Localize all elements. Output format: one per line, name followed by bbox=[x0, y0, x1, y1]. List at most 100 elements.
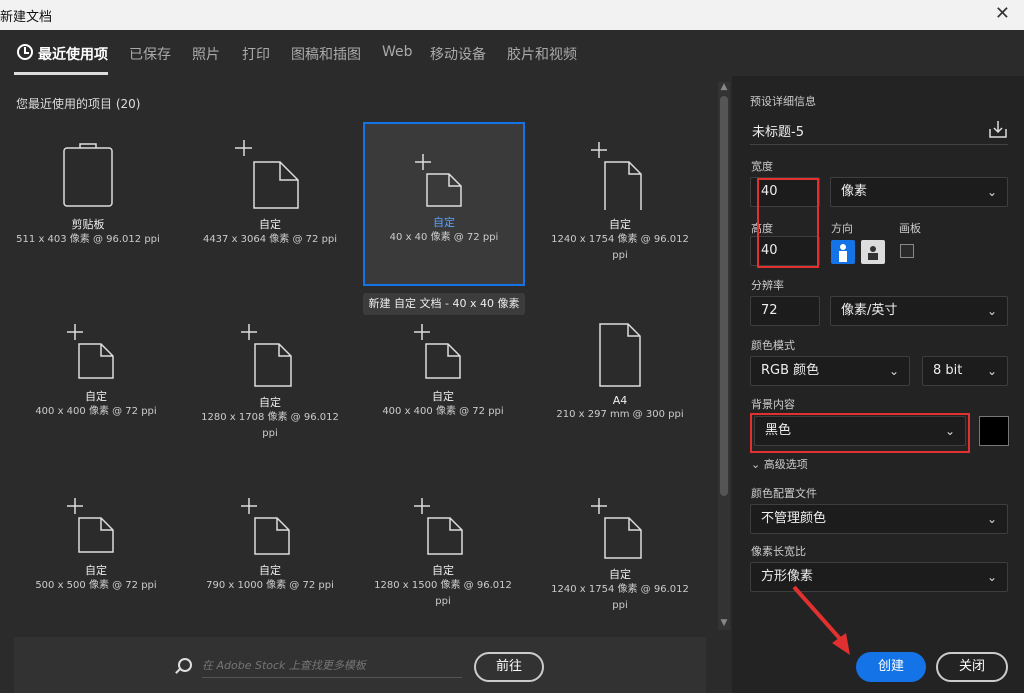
preset-card-custom[interactable]: 自定 1240 x 1754 像素 @ 96.012 ppi bbox=[540, 496, 700, 632]
highlight-box-background bbox=[750, 413, 970, 453]
orientation-label: 方向 bbox=[831, 222, 853, 235]
window-title: 新建文档 bbox=[0, 10, 53, 25]
chevron-down-icon: ⌄ bbox=[751, 458, 764, 471]
page-doc-icon bbox=[599, 323, 641, 387]
tab-film[interactable]: 胶片和视频 bbox=[507, 44, 577, 64]
color-profile-value: 不管理颜色 bbox=[761, 511, 827, 526]
resolution-unit-select[interactable]: 像素/英寸 ⌄ bbox=[830, 296, 1008, 326]
tab-print[interactable]: 打印 bbox=[242, 44, 270, 64]
preset-card-custom[interactable]: 自定 1240 x 1754 像素 @ 96.012 ppi bbox=[540, 140, 700, 280]
card-dims: 500 x 500 像素 @ 72 ppi bbox=[35, 580, 157, 591]
tab-photo[interactable]: 照片 bbox=[192, 44, 220, 64]
chevron-down-icon: ⌄ bbox=[986, 304, 997, 318]
scroll-down-icon[interactable]: ▼ bbox=[718, 618, 730, 628]
stock-search-input[interactable] bbox=[202, 654, 462, 678]
card-name: 自定 bbox=[609, 218, 631, 231]
resolution-input[interactable]: 72 bbox=[750, 296, 820, 326]
portrait-doc-icon bbox=[414, 498, 463, 555]
scrollbar[interactable]: ▲ ▼ bbox=[718, 82, 730, 630]
red-arrow-annotation bbox=[792, 585, 850, 655]
color-profile-label: 颜色配置文件 bbox=[751, 487, 817, 500]
card-dims: 1280 x 1708 像素 @ 96.012 ppi bbox=[201, 412, 339, 439]
preset-card-custom[interactable]: 自定 400 x 400 像素 @ 72 ppi bbox=[16, 322, 176, 452]
card-name: 自定 bbox=[432, 564, 454, 577]
close-button[interactable]: 关闭 bbox=[936, 652, 1008, 682]
save-preset-icon[interactable] bbox=[989, 120, 1007, 138]
tab-saved[interactable]: 已保存 bbox=[129, 44, 171, 64]
document-name-field[interactable]: 未标题-5 bbox=[752, 121, 804, 140]
preset-card-custom-selected[interactable]: 自定 40 x 40 像素 @ 72 ppi bbox=[363, 122, 525, 286]
color-mode-value: RGB 颜色 bbox=[761, 363, 820, 378]
portrait-doc-icon bbox=[241, 324, 292, 387]
pixel-aspect-label: 像素长宽比 bbox=[751, 545, 806, 558]
width-unit-select[interactable]: 像素 ⌄ bbox=[830, 177, 1008, 207]
landscape-doc-icon bbox=[235, 140, 299, 209]
preset-card-custom[interactable]: 自定 400 x 400 像素 @ 72 ppi bbox=[363, 322, 523, 452]
card-dims: 40 x 40 像素 @ 72 ppi bbox=[389, 232, 499, 243]
card-name: 自定 bbox=[259, 218, 281, 231]
square-doc-icon bbox=[415, 154, 462, 207]
search-icon bbox=[178, 658, 192, 672]
artboard-label: 画板 bbox=[899, 222, 921, 235]
preset-card-custom[interactable]: 自定 1280 x 1708 像素 @ 96.012 ppi bbox=[190, 322, 350, 462]
portrait-doc-icon bbox=[591, 142, 642, 210]
card-dims: 511 x 403 像素 @ 96.012 ppi bbox=[16, 234, 160, 245]
color-mode-label: 颜色模式 bbox=[751, 339, 795, 352]
preset-card-clipboard[interactable]: 剪贴板 511 x 403 像素 @ 96.012 ppi bbox=[8, 140, 168, 270]
advanced-options-label: 高级选项 bbox=[763, 458, 808, 471]
scroll-thumb[interactable] bbox=[720, 96, 728, 496]
card-name: 自定 bbox=[433, 216, 455, 229]
card-name: 剪贴板 bbox=[71, 218, 105, 231]
preset-card-custom[interactable]: 自定 500 x 500 像素 @ 72 ppi bbox=[16, 496, 176, 616]
resolution-unit-value: 像素/英寸 bbox=[841, 303, 898, 318]
width-unit-value: 像素 bbox=[841, 184, 868, 199]
bit-depth-select[interactable]: 8 bit ⌄ bbox=[922, 356, 1008, 386]
landscape-orientation-icon[interactable] bbox=[861, 240, 885, 264]
card-name: 自定 bbox=[85, 564, 107, 577]
color-profile-select[interactable]: 不管理颜色 ⌄ bbox=[750, 504, 1008, 534]
card-name: A4 bbox=[612, 394, 628, 407]
name-underline bbox=[750, 144, 1008, 145]
preset-card-custom[interactable]: 自定 790 x 1000 像素 @ 72 ppi bbox=[190, 496, 350, 616]
category-tabs bbox=[0, 30, 732, 76]
card-dims: 790 x 1000 像素 @ 72 ppi bbox=[206, 580, 334, 591]
portrait-doc-icon bbox=[591, 498, 642, 559]
preset-card-custom[interactable]: 自定 1280 x 1500 像素 @ 96.012 ppi bbox=[363, 496, 523, 632]
tab-art[interactable]: 图稿和插图 bbox=[291, 44, 361, 64]
card-name: 自定 bbox=[259, 396, 281, 409]
chevron-down-icon: ⌄ bbox=[986, 570, 997, 584]
card-dims: 210 x 297 mm @ 300 ppi bbox=[556, 409, 684, 420]
tab-mobile[interactable]: 移动设备 bbox=[430, 44, 486, 64]
chevron-down-icon: ⌄ bbox=[986, 512, 997, 526]
tooltip: 新建 自定 文档 - 40 x 40 像素 bbox=[363, 293, 525, 315]
create-button[interactable]: 创建 bbox=[856, 652, 926, 682]
portrait-doc-icon bbox=[241, 498, 290, 555]
preset-heading: 预设详细信息 bbox=[750, 95, 816, 108]
background-label: 背景内容 bbox=[751, 398, 795, 411]
highlight-box-size bbox=[757, 178, 819, 268]
square-doc-icon bbox=[414, 324, 461, 379]
resolution-label: 分辨率 bbox=[751, 279, 784, 292]
preset-card-a4[interactable]: A4 210 x 297 mm @ 300 ppi bbox=[540, 322, 700, 452]
scroll-up-icon[interactable]: ▲ bbox=[718, 82, 730, 92]
advanced-options-toggle[interactable]: ⌄ 高级选项 bbox=[751, 456, 808, 472]
portrait-orientation-icon[interactable] bbox=[831, 240, 855, 264]
card-name: 自定 bbox=[85, 390, 107, 403]
card-dims: 4437 x 3064 像素 @ 72 ppi bbox=[202, 234, 338, 245]
tab-recent[interactable]: 最近使用项 bbox=[38, 44, 108, 64]
square-doc-icon bbox=[67, 498, 114, 553]
color-mode-select[interactable]: RGB 颜色 ⌄ bbox=[750, 356, 910, 386]
artboard-checkbox[interactable] bbox=[900, 244, 914, 258]
chevron-down-icon: ⌄ bbox=[986, 185, 997, 199]
card-dims: 400 x 400 像素 @ 72 ppi bbox=[382, 406, 504, 417]
card-name: 自定 bbox=[609, 568, 631, 581]
tab-web[interactable]: Web bbox=[382, 44, 413, 60]
go-button[interactable]: 前往 bbox=[474, 652, 544, 682]
close-icon[interactable]: ✕ bbox=[995, 3, 1010, 24]
card-dims: 1240 x 1754 像素 @ 96.012 ppi bbox=[551, 234, 689, 261]
card-dims: 1280 x 1500 像素 @ 96.012 ppi bbox=[374, 580, 512, 607]
preset-card-custom[interactable]: 自定 4437 x 3064 像素 @ 72 ppi bbox=[190, 140, 350, 270]
background-color-swatch[interactable] bbox=[979, 416, 1009, 446]
clipboard-icon bbox=[63, 143, 113, 207]
recent-heading: 您最近使用的项目 (20) bbox=[16, 97, 141, 111]
